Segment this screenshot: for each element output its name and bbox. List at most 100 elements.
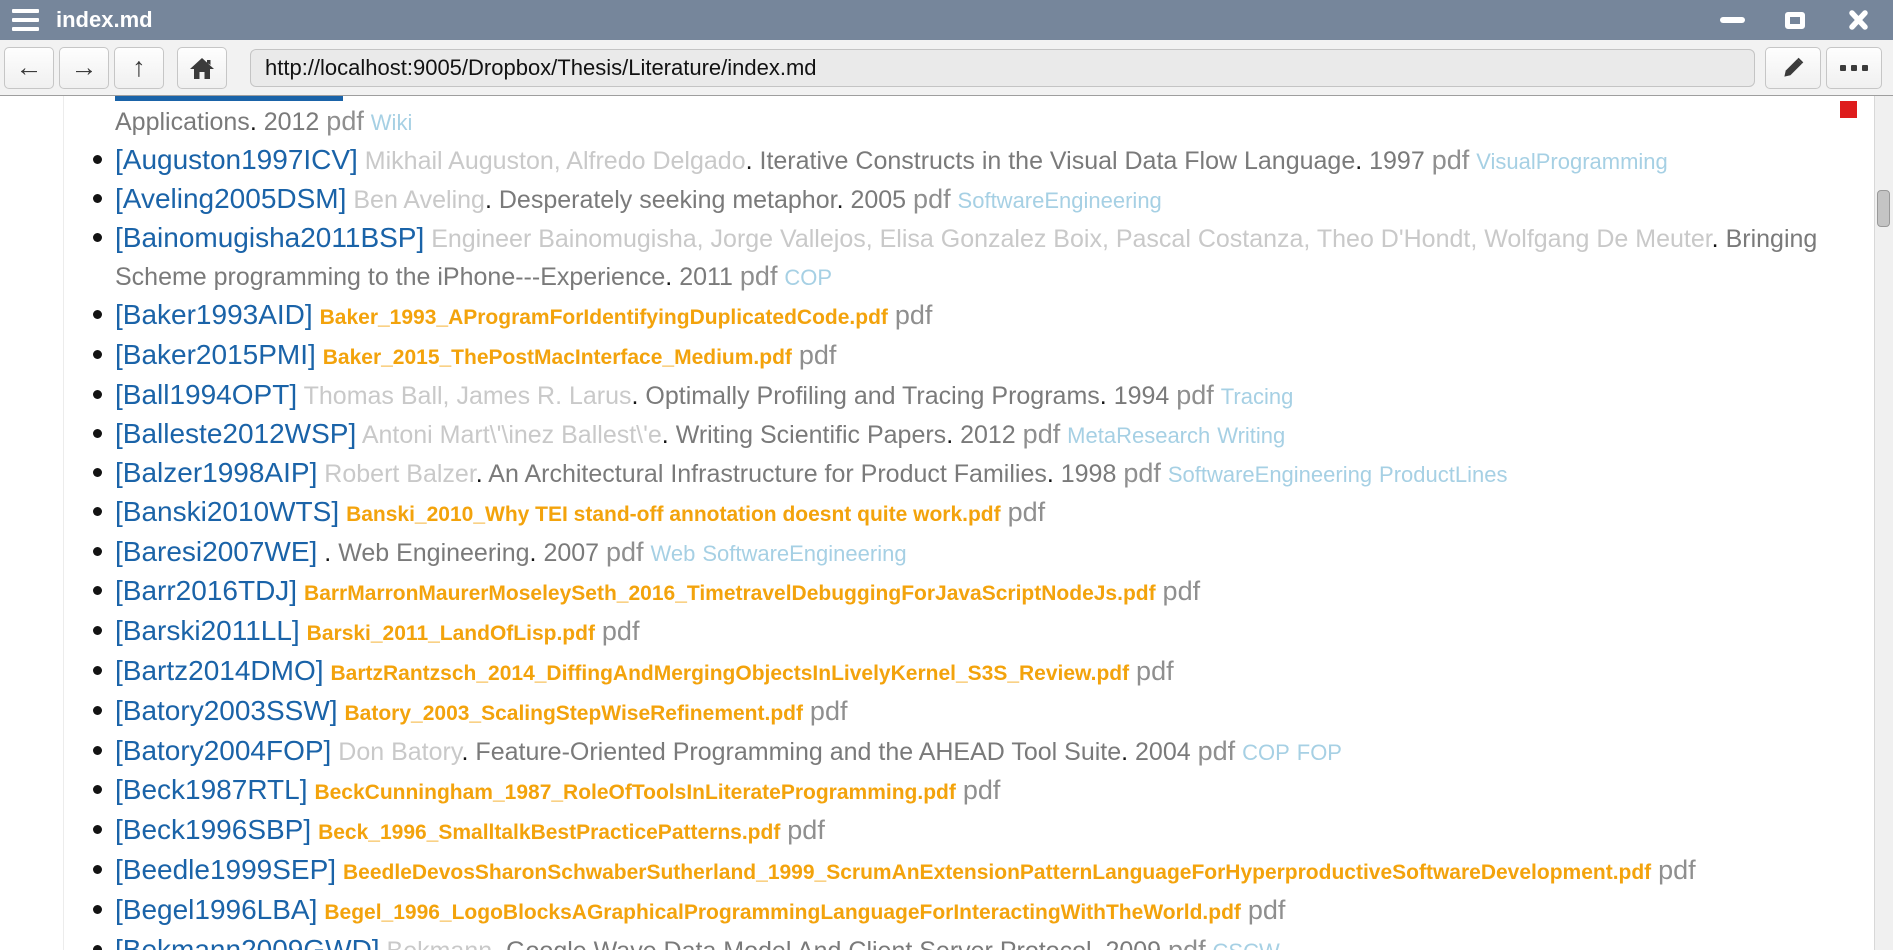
pdf-filename-link[interactable]: BartzRantzsch_2014_DiffingAndMergingObje… [330, 662, 1129, 685]
citation-key[interactable]: [Baker1993AID] [115, 299, 313, 330]
citation-key[interactable]: [Beck1996SBP] [115, 814, 311, 845]
pdf-filename-link[interactable]: Banski_2010_Why TEI stand-off annotation… [346, 503, 1001, 526]
back-arrow-icon: ← [16, 54, 43, 81]
pdf-link[interactable]: pdf [799, 340, 837, 370]
bibliography-entry: [Bekmann2009GWD] Bekmann. Google Wave Da… [115, 931, 1862, 950]
bibliography-entry: [Bainomugisha2011BSP] Engineer Bainomugi… [115, 219, 1862, 296]
more-options-button[interactable] [1826, 47, 1882, 89]
pdf-link[interactable]: pdf [1136, 656, 1174, 686]
pdf-filename-link[interactable]: Batory_2003_ScalingStepWiseRefinement.pd… [345, 702, 803, 725]
pdf-link[interactable]: pdf [1248, 895, 1286, 925]
citation-key[interactable]: [Ball1994OPT] [115, 379, 297, 410]
hamburger-menu-icon[interactable] [12, 9, 39, 32]
bibliography-entry: [Begel1996LBA] Begel_1996_LogoBlocksAGra… [115, 891, 1862, 931]
pdf-link[interactable]: pdf [1163, 576, 1201, 606]
pdf-link[interactable]: pdf [1168, 935, 1206, 950]
tag-link[interactable]: SoftwareEngineering [1168, 462, 1372, 487]
entry-title: Feature-Oriented Programming and the AHE… [475, 738, 1121, 766]
tag-link[interactable]: SoftwareEngineering [702, 541, 906, 566]
tag-link[interactable]: Web [651, 541, 696, 566]
pdf-link[interactable]: pdf [810, 696, 848, 726]
pdf-filename-link[interactable]: Begel_1996_LogoBlocksAGraphicalProgrammi… [324, 901, 1241, 924]
citation-key[interactable]: [Balzer1998AIP] [115, 457, 317, 488]
pdf-link[interactable]: pdf [895, 300, 933, 330]
pdf-link[interactable]: pdf [1123, 458, 1161, 488]
separator-dot: . [1092, 937, 1099, 950]
pdf-link[interactable]: pdf [963, 775, 1001, 805]
bibliography-entry: [Bartz2014DMO] BartzRantzsch_2014_Diffin… [115, 652, 1862, 692]
pdf-link[interactable]: pdf [1008, 497, 1046, 527]
tag-link[interactable]: Wiki [371, 110, 413, 135]
pdf-link[interactable]: pdf [1176, 380, 1214, 410]
close-button[interactable] [1843, 5, 1873, 35]
pdf-link[interactable]: pdf [326, 106, 364, 136]
entry-year: 2012 [960, 421, 1016, 449]
pdf-link[interactable]: pdf [740, 261, 778, 291]
citation-key[interactable]: [Bartz2014DMO] [115, 655, 324, 686]
entry-year: 2011 [679, 263, 733, 291]
forward-button[interactable]: → [59, 47, 109, 89]
minimize-button[interactable] [1717, 5, 1747, 35]
separator-dot: . [632, 382, 639, 410]
tag-link[interactable]: COP [1242, 740, 1290, 765]
citation-key[interactable]: [Baker2015PMI] [115, 339, 316, 370]
back-button[interactable]: ← [4, 47, 54, 89]
up-button[interactable]: ↑ [114, 47, 164, 89]
citation-key[interactable]: [Batory2003SSW] [115, 695, 338, 726]
tag-link[interactable]: COP [784, 265, 832, 290]
up-arrow-icon: ↑ [132, 54, 146, 81]
citation-key[interactable]: [Barr2016TDJ] [115, 575, 297, 606]
home-button[interactable] [177, 47, 227, 89]
pdf-link[interactable]: pdf [787, 815, 825, 845]
pdf-link[interactable]: pdf [602, 616, 640, 646]
citation-key[interactable]: [Baresi2007WE] [115, 536, 317, 567]
tag-link[interactable]: MetaResearch [1067, 423, 1210, 448]
tag-link[interactable]: VisualProgramming [1476, 149, 1668, 174]
vertical-scrollbar[interactable] [1874, 96, 1893, 950]
separator-dot: . [476, 460, 483, 488]
window-title: index.md [56, 7, 153, 33]
citation-key[interactable]: [Balleste2012WSP] [115, 418, 356, 449]
entry-authors: Antoni Mart\'\inez Ballest\'e [362, 421, 662, 449]
edit-button[interactable] [1765, 47, 1821, 89]
pdf-filename-link[interactable]: Baker_2015_ThePostMacInterface_Medium.pd… [323, 346, 792, 369]
citation-key[interactable]: [Aveling2005DSM] [115, 183, 346, 214]
citation-key[interactable]: [Batory2004FOP] [115, 735, 331, 766]
close-x-icon [1848, 10, 1869, 30]
citation-key[interactable]: [Bainomugisha2011BSP] [115, 222, 424, 253]
citation-key[interactable]: [Beck1987RTL] [115, 774, 308, 805]
pdf-link[interactable]: pdf [606, 537, 644, 567]
citation-key[interactable]: [Begel1996LBA] [115, 894, 317, 925]
separator-dot: . [662, 421, 669, 449]
citation-key[interactable]: [Banski2010WTS] [115, 496, 339, 527]
tag-link[interactable]: CSCW [1213, 939, 1280, 950]
tag-link[interactable]: FOP [1297, 740, 1342, 765]
citation-key[interactable]: [Bekmann2009GWD] [115, 934, 380, 950]
pdf-link[interactable]: pdf [1198, 736, 1236, 766]
tag-link[interactable]: ProductLines [1379, 462, 1507, 487]
citation-key[interactable]: [Beedle1999SEP] [115, 854, 336, 885]
pdf-filename-link[interactable]: Baker_1993_AProgramForIdentifyingDuplica… [320, 306, 888, 329]
citation-key[interactable]: [Auguston1997ICV] [115, 144, 358, 175]
tag-link[interactable]: Writing [1217, 423, 1285, 448]
entry-year: 1998 [1061, 460, 1117, 488]
pdf-filename-link[interactable]: Beck_1996_SmalltalkBestPracticePatterns.… [318, 821, 780, 844]
url-bar[interactable]: http://localhost:9005/Dropbox/Thesis/Lit… [250, 49, 1755, 87]
scrollbar-thumb[interactable] [1877, 190, 1890, 227]
pdf-link[interactable]: pdf [913, 184, 951, 214]
tag-link[interactable]: SoftwareEngineering [958, 188, 1162, 213]
bibliography-entry: [Banski2010WTS] Banski_2010_Why TEI stan… [115, 493, 1862, 533]
tag-link[interactable]: Tracing [1221, 384, 1294, 409]
pdf-filename-link[interactable]: Barski_2011_LandOfLisp.pdf [307, 622, 595, 645]
pdf-link[interactable]: pdf [1023, 419, 1061, 449]
maximize-button[interactable] [1780, 5, 1810, 35]
pdf-link[interactable]: pdf [1658, 855, 1696, 885]
separator-dot: . [1712, 225, 1719, 253]
pdf-filename-link[interactable]: BeedleDevosSharonSchwaberSutherland_1999… [343, 861, 1651, 884]
separator-dot: . [746, 147, 753, 175]
pdf-filename-link[interactable]: BarrMarronMaurerMoseleySeth_2016_Timetra… [304, 582, 1156, 605]
citation-key[interactable]: [Barski2011LL] [115, 615, 300, 646]
pdf-filename-link[interactable]: BeckCunningham_1987_RoleOfToolsInLiterat… [314, 781, 955, 804]
pdf-link[interactable]: pdf [1432, 145, 1470, 175]
title-bar: index.md [0, 0, 1893, 40]
